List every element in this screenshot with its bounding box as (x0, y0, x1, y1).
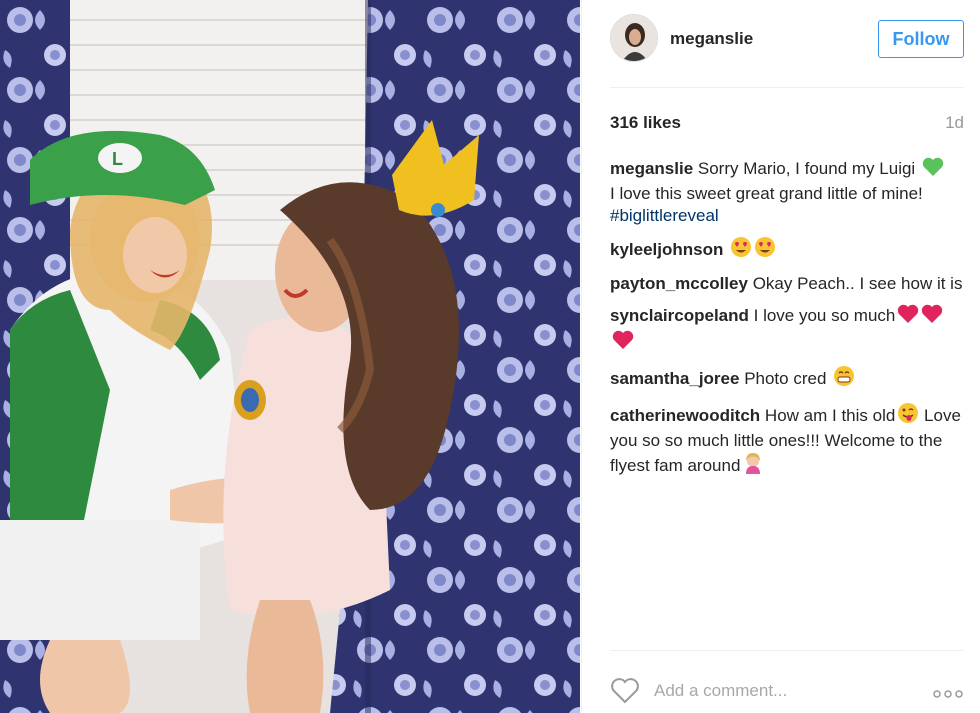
heart-eyes-icon (754, 236, 776, 264)
red-heart-icon (612, 330, 634, 356)
hashtag-link[interactable]: #biglittlereveal (610, 206, 719, 225)
likes-row: 316 likes 1d (610, 113, 964, 137)
post-photo[interactable]: L (0, 0, 580, 713)
red-heart-icon (897, 304, 919, 330)
comment-text: Okay Peach.. I see how it is (752, 274, 963, 293)
photo-illustration: L (0, 0, 580, 713)
comment-text: Photo cred (744, 369, 827, 388)
green-heart-icon (922, 157, 944, 183)
post-header: meganslie Follow (610, 14, 964, 64)
likes-count[interactable]: 316 likes (610, 113, 681, 133)
caption-text-line2: I love this sweet great grand little of … (610, 184, 923, 203)
list-item: catherinewooditch How am I this old Love… (610, 402, 964, 480)
comment-username[interactable]: samantha_joree (610, 369, 739, 388)
caption-username[interactable]: meganslie (610, 159, 693, 178)
like-heart-icon[interactable] (610, 678, 640, 704)
list-item: kyleeljohnson (610, 236, 964, 264)
comment-username[interactable]: payton_mccolley (610, 274, 748, 293)
header-divider (610, 87, 964, 88)
post-username[interactable]: meganslie (670, 29, 753, 49)
avatar-image (611, 15, 657, 61)
add-comment-input[interactable] (654, 678, 914, 704)
list-item: payton_mccolley Okay Peach.. I see how i… (610, 273, 964, 295)
add-comment-row (610, 672, 964, 708)
comments-list: meganslie Sorry Mario, I found my Luigi … (610, 157, 964, 489)
comment-username[interactable]: kyleeljohnson (610, 240, 723, 259)
heart-eyes-icon (730, 236, 752, 264)
more-options-icon[interactable] (932, 686, 964, 698)
comment-text: I love you so much (753, 306, 896, 325)
caption-text: Sorry Mario, I found my Luigi (697, 159, 916, 178)
wink-tongue-icon (897, 402, 919, 430)
list-item: synclaircopeland I love you so much (610, 304, 964, 356)
instagram-post-view: L meganslie Follow 316 likes 1d megansli… (0, 0, 980, 713)
comment-username[interactable]: catherinewooditch (610, 406, 760, 425)
red-heart-icon (921, 304, 943, 330)
post-side-panel: meganslie Follow 316 likes 1d meganslie … (581, 0, 980, 713)
svg-text:L: L (112, 149, 123, 169)
avatar[interactable] (610, 14, 658, 62)
footer-divider (610, 650, 964, 651)
tipping-hand-icon (742, 452, 764, 480)
caption: meganslie Sorry Mario, I found my Luigi … (610, 157, 964, 227)
comment-username[interactable]: synclaircopeland (610, 306, 749, 325)
post-time[interactable]: 1d (945, 113, 964, 133)
follow-button[interactable]: Follow (878, 20, 964, 58)
comment-text: How am I this old (764, 406, 896, 425)
list-item: samantha_joree Photo cred (610, 365, 964, 393)
grin-icon (833, 365, 855, 393)
